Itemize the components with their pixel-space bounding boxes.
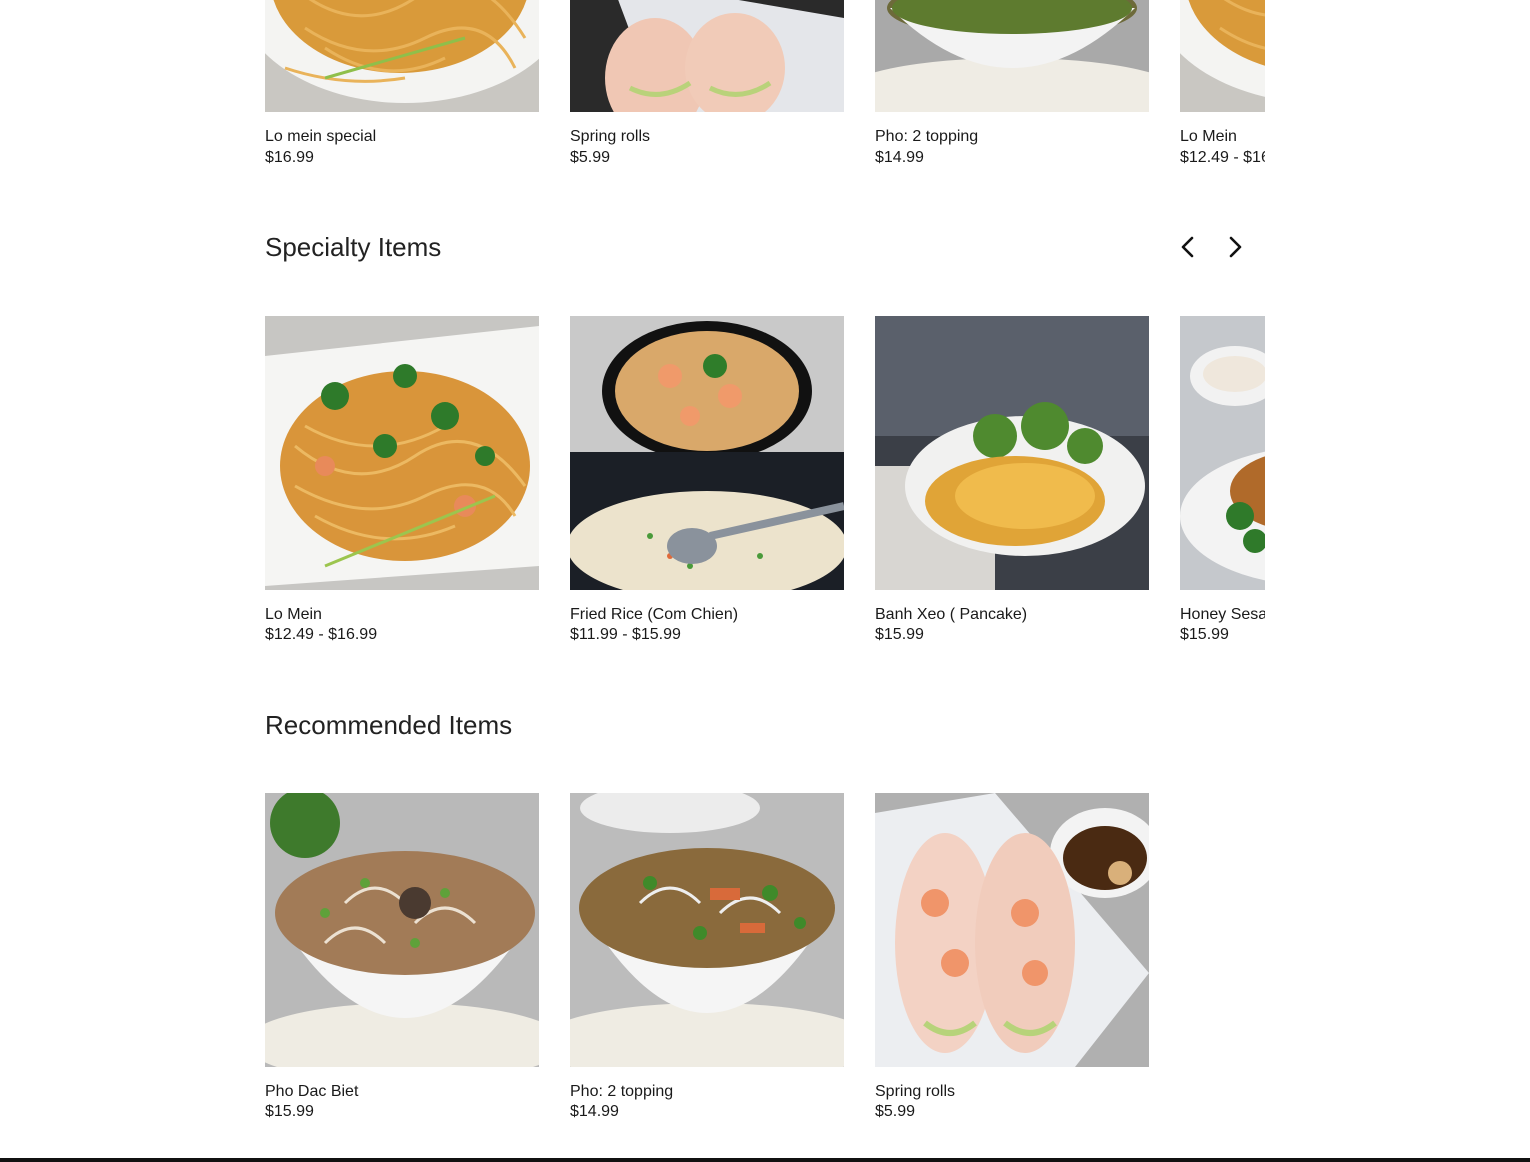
- menu-card[interactable]: Lo Mein $12.49 - $16.99: [265, 316, 539, 656]
- dish-name[interactable]: Spring rolls: [875, 1083, 955, 1101]
- specialty-carousel: Lo Mein $12.49 - $16.99 Fried Rice (Com …: [265, 316, 1265, 656]
- menu-card[interactable]: Pho Dac Biet $15.99: [265, 793, 539, 1133]
- dish-name[interactable]: Lo mein special: [265, 128, 376, 146]
- dish-photo[interactable]: [265, 793, 539, 1067]
- dish-price: $5.99: [875, 1103, 916, 1120]
- dish-price: $14.99: [875, 149, 924, 166]
- section-title-specialty: Specialty Items: [265, 232, 442, 262]
- dish-price: $12.49 - $16.99: [265, 626, 378, 643]
- dish-name[interactable]: Banh Xeo ( Pancake): [875, 606, 1027, 624]
- dish-photo[interactable]: [265, 316, 539, 590]
- dish-price: $15.99: [265, 1103, 314, 1120]
- dish-photo[interactable]: [875, 793, 1149, 1067]
- dish-photo[interactable]: [570, 316, 844, 590]
- menu-card[interactable]: Spring rolls $5.99: [875, 793, 1149, 1133]
- dish-price: $14.99: [570, 1103, 619, 1120]
- dish-name[interactable]: Fried Rice (Com Chien): [570, 606, 738, 624]
- dish-photo[interactable]: [570, 0, 844, 112]
- menu-card[interactable]: Spring rolls $5.99: [570, 0, 844, 180]
- carousel-prev-button[interactable]: [1174, 233, 1202, 261]
- menu-card[interactable]: Banh Xeo ( Pancake) $15.99: [875, 316, 1149, 656]
- footer-divider: [0, 1158, 1530, 1162]
- menu-card[interactable]: Lo Mein $12.49 - $16.99: [1180, 0, 1265, 180]
- menu-card[interactable]: Honey Sesame $15.99: [1180, 316, 1265, 656]
- menu-card[interactable]: Pho: 2 topping $14.99: [875, 0, 1149, 180]
- dish-photo[interactable]: [875, 316, 1149, 590]
- dish-price: $12.49 - $16.99: [1180, 149, 1265, 166]
- dish-photo[interactable]: [875, 0, 1149, 112]
- dish-price: $16.99: [265, 149, 314, 166]
- dish-name[interactable]: Pho: 2 topping: [875, 128, 978, 146]
- dish-photo[interactable]: [1180, 316, 1265, 590]
- dish-name[interactable]: Pho: 2 topping: [570, 1083, 673, 1101]
- dish-photo[interactable]: [265, 0, 539, 112]
- dish-price: $11.99 - $15.99: [570, 626, 681, 643]
- dish-name[interactable]: Lo Mein: [265, 606, 322, 624]
- dish-photo[interactable]: [1180, 0, 1265, 112]
- dish-name[interactable]: Pho Dac Biet: [265, 1083, 358, 1101]
- section-title-recommended: Recommended Items: [265, 710, 513, 740]
- menu-card[interactable]: Pho: 2 topping $14.99: [570, 793, 844, 1133]
- menu-card[interactable]: Fried Rice (Com Chien) $11.99 - $15.99: [570, 316, 844, 656]
- chevron-right-icon: [1229, 236, 1242, 258]
- top-carousel: Lo mein special $16.99 Spring rolls $5.9…: [265, 0, 1265, 180]
- menu-card[interactable]: Lo mein special $16.99: [265, 0, 539, 180]
- dish-price: $15.99: [1180, 626, 1229, 643]
- dish-name[interactable]: Spring rolls: [570, 128, 650, 146]
- dish-price: $5.99: [570, 149, 611, 166]
- dish-price: $15.99: [875, 626, 924, 643]
- dish-name[interactable]: Lo Mein: [1180, 128, 1237, 146]
- recommended-grid: Pho Dac Biet $15.99 Pho: 2 topping $14.9…: [265, 793, 1265, 1133]
- dish-name[interactable]: Honey Sesame: [1180, 606, 1265, 624]
- dish-photo[interactable]: [570, 793, 844, 1067]
- carousel-next-button[interactable]: [1221, 233, 1249, 261]
- chevron-left-icon: [1181, 236, 1194, 258]
